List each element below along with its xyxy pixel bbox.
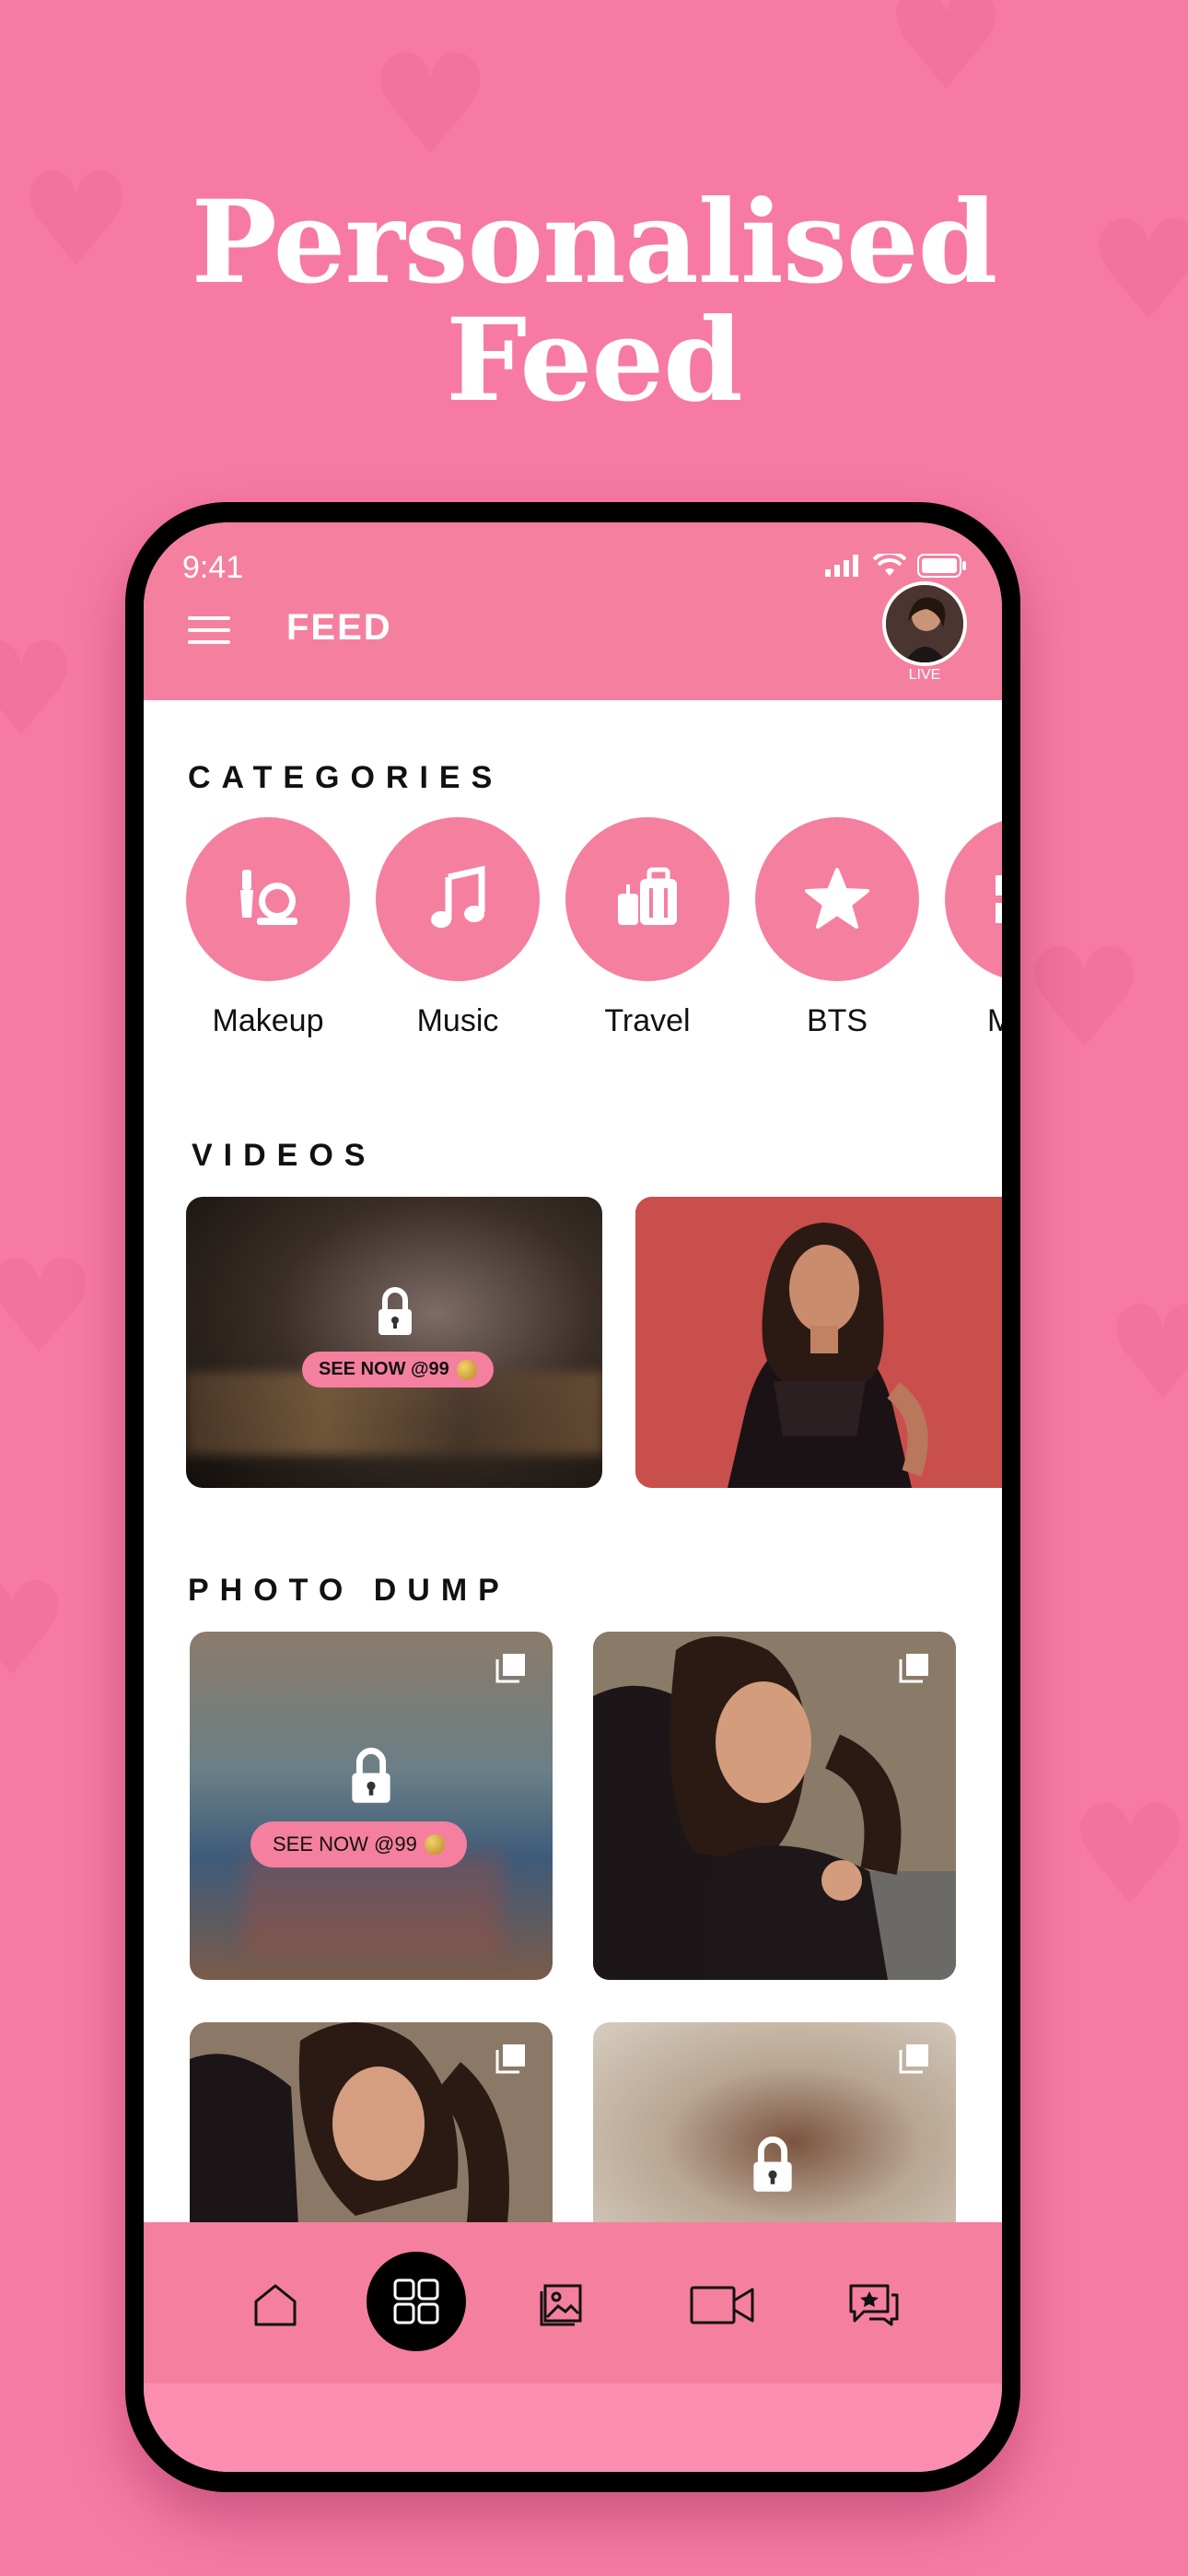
background-heart: ♥ [0, 1555, 70, 1705]
photo-person-image [593, 1632, 956, 1980]
phone-frame: 9:41 FEED LIVE CATEGORIES Makeup Music T… [125, 502, 1020, 2492]
signal-icon [825, 555, 858, 577]
background-heart: ♥ [0, 615, 79, 766]
category-travel[interactable]: Travel [565, 817, 729, 1039]
background-heart: ♥ [368, 26, 493, 186]
headline: Personalised Feed [0, 184, 1188, 420]
category-label: Makeup [212, 1003, 324, 1038]
category-label: M [987, 1003, 1002, 1038]
makeup-icon [240, 870, 297, 925]
category-music[interactable]: Music [376, 817, 540, 1039]
gallery-icon [540, 2284, 582, 2326]
see-now-badge[interactable]: SEE NOW @99 [250, 1821, 467, 1868]
status-icons [825, 554, 967, 578]
category-label: Music [416, 1003, 499, 1038]
coin-icon [424, 1834, 445, 1855]
blurred-content [245, 1853, 503, 1954]
wifi-icon [873, 554, 906, 576]
background-heart: ♥ [0, 1233, 98, 1383]
photo-thumbnail-locked[interactable]: SEE NOW @99 [190, 1632, 553, 1980]
categories-title: CATEGORIES [188, 760, 504, 795]
phone-screen: 9:41 FEED LIVE CATEGORIES Makeup Music T… [144, 522, 1002, 2472]
background-heart: ♥ [1022, 919, 1147, 1080]
home-icon [254, 2284, 297, 2326]
video-thumbnail[interactable] [635, 1197, 1002, 1488]
multiple-photos-icon [899, 1654, 928, 1683]
nav-videos[interactable] [681, 2273, 764, 2337]
chat-star-icon [849, 2284, 899, 2326]
lock-icon [753, 2137, 792, 2192]
category-bts[interactable]: BTS [755, 817, 919, 1039]
photo-dump-title: PHOTO DUMP [188, 1573, 510, 1608]
see-now-badge[interactable]: SEE NOW @99 [302, 1352, 494, 1388]
videos-title: VIDEOS [192, 1138, 377, 1173]
photo-thumbnail[interactable] [593, 1632, 956, 1980]
nav-gallery[interactable] [529, 2273, 593, 2337]
live-label: LIVE [908, 667, 941, 683]
battery-icon [917, 554, 966, 578]
multiple-photos-icon [899, 2044, 928, 2074]
category-label: BTS [806, 1003, 868, 1038]
headline-line-2: Feed [446, 294, 743, 427]
lock-icon [379, 1287, 412, 1335]
video-person-image [635, 1197, 1002, 1488]
video-camera-icon [690, 2286, 754, 2324]
coin-icon [456, 1359, 477, 1380]
bottom-safe-area [144, 2383, 1002, 2472]
multiple-photos-icon [495, 1654, 525, 1683]
lock-icon [352, 1748, 390, 1803]
background-heart: ♥ [1068, 1776, 1188, 1937]
multiple-photos-icon [495, 2044, 525, 2074]
headline-line-1: Personalised [191, 176, 998, 310]
avatar-image [886, 585, 963, 662]
category-label: Travel [604, 1003, 691, 1038]
luggage-icon [618, 867, 677, 925]
partial-icon [996, 875, 1002, 923]
nav-feed-grid[interactable] [367, 2252, 466, 2351]
music-note-icon [431, 865, 485, 928]
avatar[interactable] [882, 581, 967, 666]
background-heart: ♥ [884, 0, 1008, 122]
page-title: FEED [286, 607, 392, 648]
status-time: 9:41 [182, 550, 244, 585]
see-now-label: SEE NOW @99 [319, 1359, 449, 1379]
bottom-nav [144, 2222, 1002, 2383]
see-now-label: SEE NOW @99 [273, 1832, 417, 1856]
star-icon [805, 868, 869, 929]
nav-home[interactable] [243, 2273, 308, 2337]
background-heart: ♥ [1105, 1279, 1188, 1429]
category-makeup[interactable]: Makeup [186, 817, 350, 1039]
video-thumbnail-locked[interactable]: SEE NOW @99 [186, 1197, 602, 1488]
category-partial[interactable]: M [945, 817, 1002, 1039]
menu-icon[interactable] [188, 616, 230, 644]
app-bar: 9:41 FEED LIVE [144, 522, 1002, 700]
nav-messages[interactable] [842, 2273, 906, 2337]
grid-icon [393, 2278, 439, 2324]
